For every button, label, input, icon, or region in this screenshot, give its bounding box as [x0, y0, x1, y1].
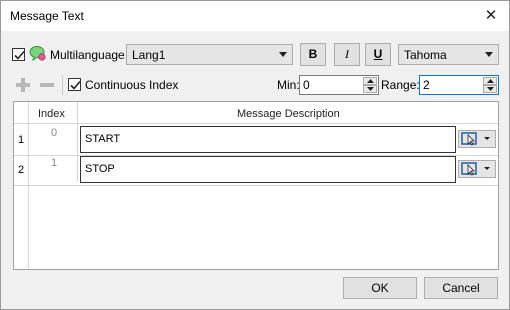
multilanguage-icon [29, 45, 47, 63]
min-increment-button[interactable] [363, 77, 377, 85]
language-select[interactable]: Lang1 [126, 44, 293, 65]
chevron-down-icon [279, 52, 287, 57]
min-decrement-button[interactable] [363, 85, 377, 93]
italic-button[interactable]: I [334, 43, 360, 66]
column-header-description: Message Description [237, 108, 340, 120]
add-icon[interactable] [15, 77, 31, 93]
chevron-down-icon [485, 52, 493, 57]
close-button[interactable]: ✕ [483, 7, 499, 23]
range-spinbox[interactable]: 2 [419, 75, 499, 95]
message-text-dialog: Message Text ✕ Multilanguage Lang1 B I U… [0, 0, 510, 310]
ok-button[interactable]: OK [343, 277, 417, 299]
toolbar-separator [62, 75, 63, 95]
range-label: Range: [381, 78, 420, 92]
message-picker-button[interactable] [458, 130, 496, 148]
row-index: 1 [51, 157, 58, 169]
description-input[interactable]: STOP [80, 156, 456, 183]
font-select-value: Tahoma [404, 48, 447, 62]
continuous-index-checkbox[interactable] [68, 78, 81, 91]
multilanguage-label: Multilanguage [50, 48, 125, 62]
grid-divider [77, 102, 78, 182]
row-number: 2 [18, 164, 25, 176]
description-value: STOP [85, 163, 115, 175]
range-increment-button[interactable] [483, 77, 497, 85]
row-index: 0 [51, 127, 58, 139]
column-header-index: Index [38, 108, 65, 120]
row-number: 1 [18, 134, 25, 146]
language-select-value: Lang1 [132, 48, 166, 62]
font-select[interactable]: Tahoma [398, 44, 499, 65]
description-value: START [85, 133, 121, 145]
bold-button[interactable]: B [300, 43, 326, 66]
continuous-index-label: Continuous Index [85, 78, 179, 92]
description-input[interactable]: START [80, 126, 456, 153]
window-title: Message Text [10, 9, 84, 23]
multilanguage-checkbox[interactable] [12, 48, 25, 61]
min-label: Min: [277, 78, 300, 92]
row-divider [14, 185, 498, 186]
pointer-icon [461, 162, 490, 176]
cancel-button[interactable]: Cancel [424, 277, 498, 299]
range-decrement-button[interactable] [483, 85, 497, 93]
underline-button[interactable]: U [365, 43, 391, 66]
range-value: 2 [423, 78, 430, 92]
pointer-icon [461, 132, 490, 146]
min-value: 0 [303, 78, 310, 92]
title-bar: Message Text ✕ [1, 1, 509, 31]
message-grid: Index Message Description 1 0 START 2 1 … [13, 101, 499, 270]
message-picker-button[interactable] [458, 160, 496, 178]
min-spinbox[interactable]: 0 [299, 75, 379, 95]
remove-icon[interactable] [39, 77, 55, 93]
